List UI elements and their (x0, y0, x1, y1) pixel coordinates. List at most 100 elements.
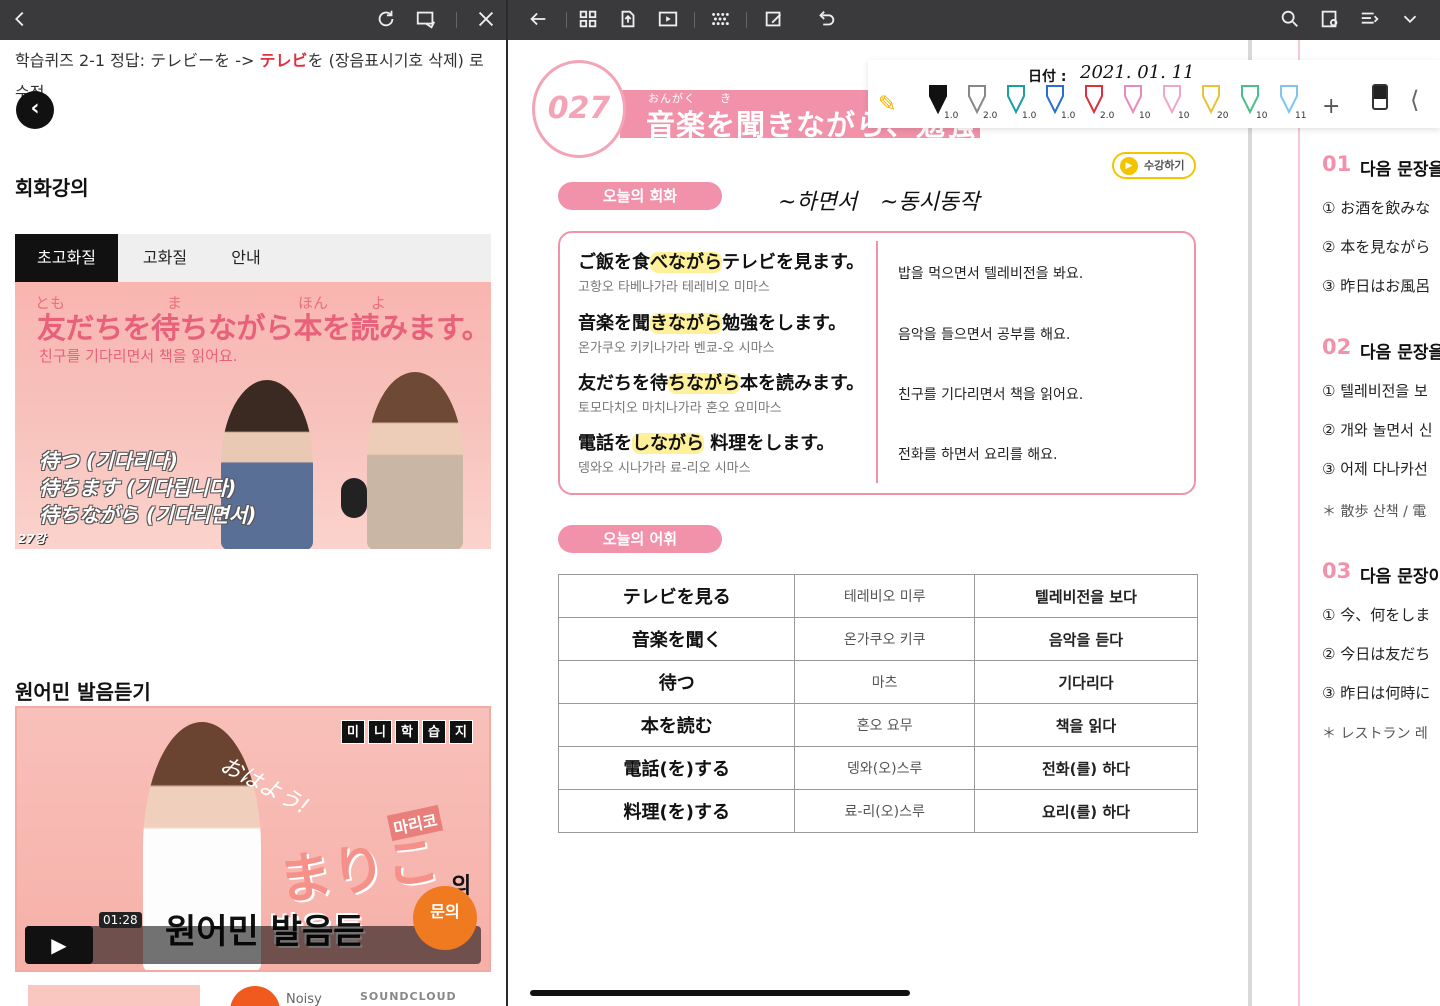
presenter-2 (367, 372, 463, 549)
notice-prefix: 학습퀴즈 2-1 정답: テレビーを -> (15, 51, 260, 70)
pen-9-icon[interactable]: 10 (1241, 85, 1268, 121)
vocab-japanese: 電話(を)する (557, 746, 796, 790)
highlighter-icon[interactable]: ✎ (878, 92, 896, 117)
eraser-icon[interactable] (1372, 84, 1388, 110)
pen-5-icon[interactable]: 2.0 (1085, 85, 1115, 121)
question-heading: 다음 문장을 (1360, 160, 1440, 180)
video-progress-bar[interactable] (25, 926, 481, 964)
outline-icon[interactable] (1358, 8, 1382, 32)
vocab-reading: 뎅와(오)스루 (794, 746, 975, 790)
native-pronunciation-video[interactable]: 미 니 학 습 지 おはよう! 마리코 まりこ 의 원어민 발음듣 ▶ 01:2… (15, 706, 491, 972)
table-row: テレビを見る 테레비오 미루 텔레비전을 보다 (557, 574, 1199, 618)
badge-char: 습 (422, 720, 446, 744)
screen-capture-icon[interactable] (414, 8, 438, 32)
video-translation: 친구를 기다리면서 책을 읽어요. (39, 347, 238, 365)
back-button[interactable]: ‹ (16, 91, 54, 129)
pen-2-icon[interactable]: 2.0 (968, 85, 998, 121)
question-number: 03 (1322, 559, 1352, 583)
pen-7-icon[interactable]: 10 (1163, 85, 1190, 121)
section-title-native: 원어민 발음듣기 (15, 680, 151, 704)
reload-icon[interactable] (374, 8, 398, 32)
jp-text: 料理をします。 (704, 433, 835, 454)
pen-8-icon[interactable]: 20 (1202, 85, 1229, 121)
jp-highlight: べながら (650, 252, 722, 273)
table-row: 料理(を)する 료-리(오)스루 요리(를) 하다 (557, 789, 1199, 833)
video-sentence: 友だちを待ちながら本を読みます。 (37, 311, 491, 345)
question-note: ＊ 散歩 산책 / 電 (1322, 504, 1427, 520)
pen-size-label: 2.0 (983, 111, 998, 121)
back-chevron-icon[interactable] (8, 8, 32, 32)
section-title-conversation: 회화강의 (15, 176, 89, 200)
pen-size-label: 10 (1256, 111, 1268, 121)
inquiry-button[interactable]: 문의 (413, 886, 477, 950)
dialogue-divider (876, 241, 878, 483)
chevron-down-icon[interactable] (1398, 8, 1422, 32)
tools-icon[interactable] (708, 8, 732, 32)
question-item: ② 개와 놀면서 신 (1322, 421, 1433, 439)
add-pen-icon[interactable]: + (1322, 94, 1340, 119)
back-arrow-icon[interactable] (526, 8, 550, 32)
section-pill-vocab: 오늘의 어휘 (558, 525, 722, 553)
soundcloud-user: Noisy (286, 992, 322, 1006)
undo-icon[interactable] (814, 8, 838, 32)
question-item: ① 텔레비전을 보 (1322, 382, 1428, 400)
play-button[interactable]: ▶ (25, 926, 93, 964)
dialogue-korean: 친구를 기다리면서 책을 읽어요. (898, 387, 1084, 403)
dialogue-reading: 고항오 타베나가라 테레비오 미마스 (578, 280, 770, 295)
vocab-reading: 혼오 요무 (794, 703, 975, 747)
mini-study-badge: 미 니 학 습 지 (341, 720, 473, 744)
grid-view-icon[interactable] (576, 8, 600, 32)
badge-char: 니 (368, 720, 392, 744)
pen-4-icon[interactable]: 1.0 (1046, 85, 1076, 121)
edit-off-icon[interactable] (762, 8, 786, 32)
question-item: ③ 어제 다나카선 (1322, 460, 1428, 478)
question-item: ③ 昨日は何時に (1322, 684, 1431, 702)
jp-text: 友だちを待 (578, 373, 668, 394)
pen-10-icon[interactable]: 11 (1280, 85, 1306, 121)
bookmark-page-icon[interactable] (1318, 8, 1342, 32)
pen-1-icon[interactable]: 1.0 (929, 85, 959, 121)
dialogue-japanese: 電話をしながら 料理をします。 (578, 429, 834, 455)
lasso-icon[interactable]: ⟨ (1410, 86, 1419, 114)
lecture-button[interactable]: ▶ 수강하기 (1112, 152, 1196, 179)
grammar-line: 待つ (기다리다) (39, 449, 178, 473)
question-number: 02 (1322, 335, 1352, 359)
vocab-reading: 온가쿠오 키쿠 (794, 617, 975, 661)
notice-text: 학습퀴즈 2-1 정답: テレビーを -> テレビを (장음표시기호 삭제) 로… (15, 45, 495, 109)
tab-guide[interactable]: 안내 (211, 234, 281, 282)
presentation-icon[interactable] (656, 8, 680, 32)
home-indicator[interactable] (530, 990, 910, 996)
vocab-japanese: 音楽を聞く (557, 617, 796, 661)
export-icon[interactable] (616, 8, 640, 32)
tab-uhd[interactable]: 초고화질 (15, 234, 118, 282)
vocab-reading: 료-리(오)스루 (794, 789, 975, 833)
pen-size-label: 1.0 (1022, 111, 1037, 121)
search-icon[interactable] (1278, 8, 1302, 32)
pen-size-label: 11 (1295, 111, 1306, 121)
badge-char: 학 (395, 720, 419, 744)
vocab-korean: 텔레비전을 보다 (973, 574, 1199, 618)
pen-size-label: 1.0 (944, 111, 959, 121)
tab-hd[interactable]: 고화질 (125, 234, 205, 282)
pen-6-icon[interactable]: 10 (1124, 85, 1151, 121)
section-pill-conversation: 오늘의 회화 (558, 182, 722, 210)
dialogue-reading: 뎅와오 시나가라 료-리오 시마스 (578, 461, 751, 476)
vocab-korean: 전화(를) 하다 (973, 746, 1199, 790)
table-row: 音楽を聞く 온가쿠오 키쿠 음악을 듣다 (557, 617, 1199, 661)
vocab-japanese: 料理(を)する (557, 789, 796, 833)
lecture-video[interactable]: とも ま ほん よ 友だちを待ちながら本を読みます。 친구를 기다리면서 책을 … (15, 282, 491, 549)
vocab-reading: 마츠 (794, 660, 975, 704)
close-icon[interactable] (474, 8, 498, 32)
badge-char: 미 (341, 720, 365, 744)
handwriting-note: ~동시동작 (880, 190, 980, 215)
pen-3-icon[interactable]: 1.0 (1007, 85, 1037, 121)
soundcloud-waveform (28, 985, 200, 1006)
right-panel: 027 おんがく き 音楽を聞きながら、勉強をします 日付 : 2021. 01… (508, 0, 1440, 1006)
question-item: ① 今、何をしま (1322, 606, 1431, 624)
vocab-japanese: 待つ (557, 660, 796, 704)
jp-text: 音楽を聞 (578, 313, 650, 334)
vocab-japanese: テレビを見る (557, 574, 796, 618)
toolbar-separator (694, 12, 695, 28)
pen-palette[interactable]: 1.0 2.0 1.0 1.0 2.0 10 10 20 10 11 (926, 80, 1326, 126)
question-note: ＊ レストラン 레 (1322, 726, 1428, 742)
